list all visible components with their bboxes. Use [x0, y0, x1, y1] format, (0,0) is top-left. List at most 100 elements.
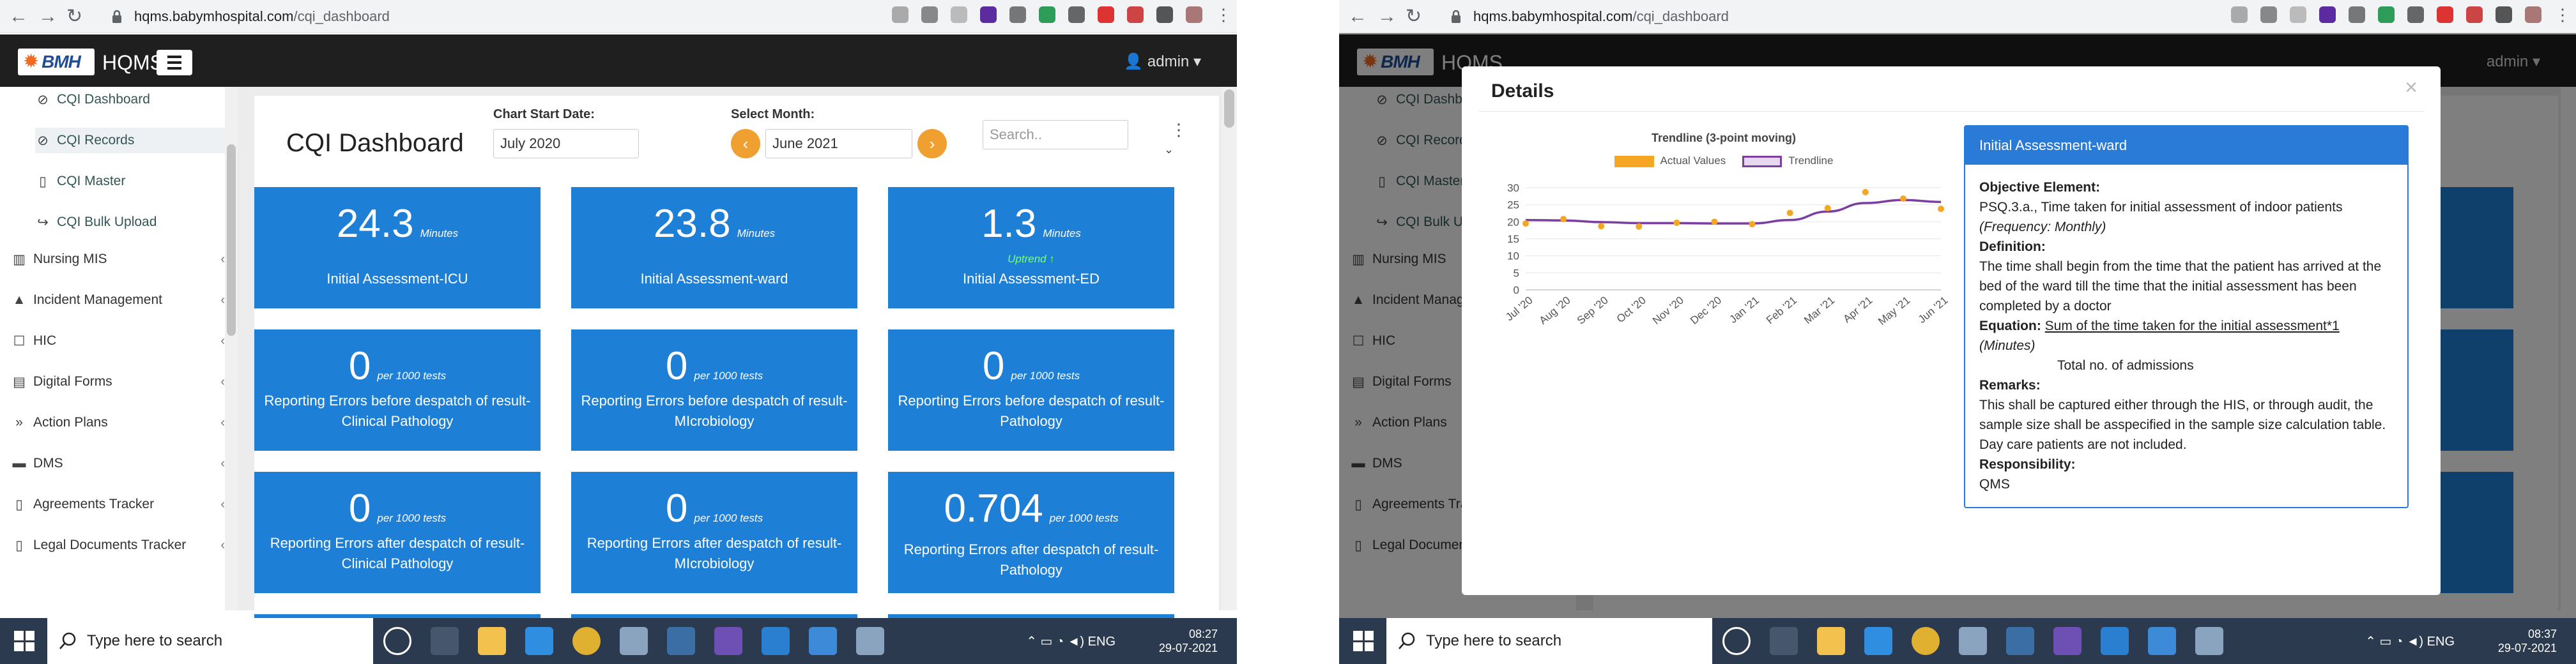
extension-icon[interactable]	[951, 6, 967, 23]
extension-icon[interactable]	[1009, 6, 1026, 23]
more-options-icon[interactable]: ⋮	[1170, 120, 1187, 140]
sidebar-toggle-button[interactable]	[157, 50, 192, 75]
extension-icon[interactable]	[1039, 6, 1055, 23]
sidebar-scrollbar[interactable]	[225, 87, 238, 610]
photos-icon[interactable]	[2148, 627, 2176, 655]
extension-icon[interactable]	[980, 6, 997, 23]
kpi-tile[interactable]: 0 per 1000 tests Reporting Errors before d…	[571, 329, 857, 451]
sidebar-item-agreements-tracker[interactable]: ▯ Agreements Tracker ‹	[12, 492, 236, 517]
legend-item-actual[interactable]: Actual Values	[1614, 155, 1726, 167]
address-bar[interactable]: hqms.babymhospital.com/cqi_dashboard	[1440, 4, 2354, 29]
photos-icon[interactable]	[809, 627, 837, 655]
mail-icon[interactable]	[1864, 627, 1892, 655]
prev-month-button[interactable]: ‹	[731, 129, 760, 158]
forward-icon[interactable]: →	[38, 6, 57, 27]
kpi-tile[interactable]: 1.3 Minutes Uptrend ↑ Initial Assessment-ED	[888, 187, 1174, 308]
chart-start-date-input[interactable]: July 2020	[493, 129, 639, 158]
kpi-tile[interactable]: 23.8 Minutes Initial Assessment-ward	[571, 187, 857, 308]
extension-icon[interactable]	[2378, 6, 2395, 23]
app-icon[interactable]	[2195, 627, 2223, 655]
sidebar-item-nursing-mis[interactable]: ▥ Nursing MIS ‹	[12, 246, 236, 272]
app-icon[interactable]	[667, 627, 695, 655]
system-tray[interactable]: ⌃ ▭ ◔ ◄) ENG	[1026, 633, 1116, 649]
cortana-icon[interactable]	[1722, 627, 1751, 655]
clock[interactable]: 08:27 29-07-2021	[1159, 627, 1218, 655]
search-input[interactable]: Search..	[983, 120, 1128, 149]
sidebar-item-hic[interactable]: ☐ HIC ‹	[12, 328, 236, 354]
extension-icon[interactable]	[1068, 6, 1085, 23]
menu-icon[interactable]: ⋮	[1215, 6, 1232, 23]
kpi-tile[interactable]: 0 per 1000 tests Reporting Errors after de…	[254, 472, 540, 593]
star-icon[interactable]	[2260, 6, 2277, 23]
kpi-tile[interactable]: 0 per 1000 tests Reporting Errors before d…	[888, 329, 1174, 451]
mail-icon[interactable]	[525, 627, 553, 655]
reload-icon[interactable]: ↻	[66, 6, 82, 27]
extension-icon[interactable]	[2466, 6, 2483, 23]
reload-icon[interactable]: ↻	[1406, 6, 1422, 27]
file-explorer-icon[interactable]	[1817, 627, 1845, 655]
kpi-tile[interactable]: 24.3 Minutes Initial Assessment-ICU	[254, 187, 540, 308]
sidebar-item-action-plans[interactable]: » Action Plans ‹	[12, 410, 236, 435]
actual-value-point	[1749, 221, 1756, 228]
kpi-tile[interactable]: 0 per 1000 tests Reporting Errors after de…	[571, 472, 857, 593]
address-bar[interactable]: hqms.babymhospital.com/cqi_dashboard	[101, 4, 1015, 29]
star-icon[interactable]	[921, 6, 938, 23]
app-icon[interactable]	[1959, 627, 1987, 655]
extension-icon[interactable]	[2407, 6, 2424, 23]
extension-icon[interactable]	[2319, 6, 2336, 23]
sidebar-item-legal-documents-tracker[interactable]: ▯ Legal Documents Tracker ‹	[12, 532, 236, 558]
extension-icon[interactable]	[1127, 6, 1144, 23]
taskbar-search[interactable]: Type here to search	[47, 618, 373, 664]
chevron-left-icon: ‹	[220, 292, 225, 307]
user-menu[interactable]: 👤 admin ▾	[1124, 52, 1201, 71]
taskbar-search[interactable]: Type here to search	[1386, 618, 1712, 664]
chevron-left-icon: ‹	[220, 374, 225, 389]
app-icon[interactable]	[2006, 627, 2034, 655]
extension-icon[interactable]	[2437, 6, 2453, 23]
install-icon[interactable]	[892, 6, 908, 23]
profile-icon[interactable]	[2525, 6, 2542, 23]
chrome-icon[interactable]	[1912, 627, 1940, 655]
extension-icon[interactable]	[1098, 6, 1114, 23]
y-tick-label: 30	[1507, 182, 1519, 194]
next-month-button[interactable]: ›	[917, 129, 947, 158]
kpi-tile[interactable]: 0.704 per 1000 tests Reporting Errors afte…	[888, 472, 1174, 593]
cortana-icon[interactable]	[383, 627, 411, 655]
forward-icon[interactable]: →	[1377, 6, 1397, 27]
sidebar-item-incident-management[interactable]: ▲ Incident Management ‹	[12, 287, 236, 313]
extension-icon[interactable]	[2290, 6, 2306, 23]
month-input[interactable]: June 2021	[765, 129, 912, 158]
close-icon[interactable]: ×	[2405, 75, 2418, 100]
equation-label: Equation:	[1979, 319, 2041, 333]
chevron-down-icon[interactable]: ⌄	[1164, 143, 1174, 156]
back-icon[interactable]: ←	[1348, 6, 1367, 27]
github-icon[interactable]	[714, 627, 742, 655]
file-explorer-icon[interactable]	[478, 627, 506, 655]
app-icon[interactable]	[856, 627, 884, 655]
kpi-tile[interactable]: 0 per 1000 tests Reporting Errors before d…	[254, 329, 540, 451]
vscode-icon[interactable]	[762, 627, 790, 655]
chrome-icon[interactable]	[572, 627, 601, 655]
windows-start-icon[interactable]	[1353, 631, 1374, 651]
install-icon[interactable]	[2231, 6, 2248, 23]
windows-start-icon[interactable]	[14, 631, 34, 651]
puzzle-icon[interactable]	[1156, 6, 1173, 23]
github-icon[interactable]	[2053, 627, 2082, 655]
file-icon: ▯	[15, 497, 23, 512]
extension-icon[interactable]	[2349, 6, 2365, 23]
app-icon[interactable]	[620, 627, 648, 655]
puzzle-icon[interactable]	[2496, 6, 2512, 23]
legend-item-trendline[interactable]: Trendline	[1742, 155, 1833, 167]
back-icon[interactable]: ←	[9, 6, 28, 27]
clock[interactable]: 08:37 29-07-2021	[2498, 627, 2557, 655]
task-view-icon[interactable]	[431, 627, 459, 655]
sidebar-item-digital-forms[interactable]: ▤ Digital Forms ‹	[12, 369, 236, 395]
x-tick-label: Aug '20	[1537, 294, 1573, 327]
menu-icon[interactable]: ⋮	[2554, 6, 2571, 23]
sidebar-item-dms[interactable]: ▬ DMS ‹	[12, 451, 236, 476]
system-tray[interactable]: ⌃ ▭ ◔ ◄) ENG	[2365, 633, 2455, 649]
vscode-icon[interactable]	[2101, 627, 2129, 655]
task-view-icon[interactable]	[1770, 627, 1798, 655]
page-scrollbar[interactable]	[1222, 87, 1237, 610]
profile-icon[interactable]	[1186, 6, 1202, 23]
